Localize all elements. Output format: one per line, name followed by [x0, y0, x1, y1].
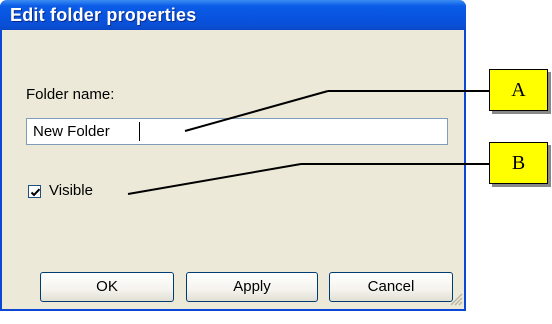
- folder-name-label: Folder name:: [26, 86, 115, 103]
- dialog-title: Edit folder properties: [10, 5, 197, 25]
- apply-button[interactable]: Apply: [186, 272, 318, 302]
- edit-folder-dialog: Edit folder properties Folder name: Visi…: [0, 0, 466, 311]
- ok-button[interactable]: OK: [40, 272, 174, 302]
- check-mark-icon: [30, 188, 41, 197]
- title-bar[interactable]: Edit folder properties: [0, 0, 466, 30]
- annotation-b: B: [489, 142, 548, 184]
- visible-label[interactable]: Visible: [49, 182, 93, 199]
- resize-grip-icon[interactable]: [449, 292, 463, 306]
- annotation-a: A: [489, 69, 548, 111]
- folder-name-input[interactable]: [26, 118, 448, 145]
- cancel-button[interactable]: Cancel: [329, 272, 453, 302]
- text-caret: [139, 122, 140, 141]
- visible-checkbox[interactable]: [28, 185, 41, 198]
